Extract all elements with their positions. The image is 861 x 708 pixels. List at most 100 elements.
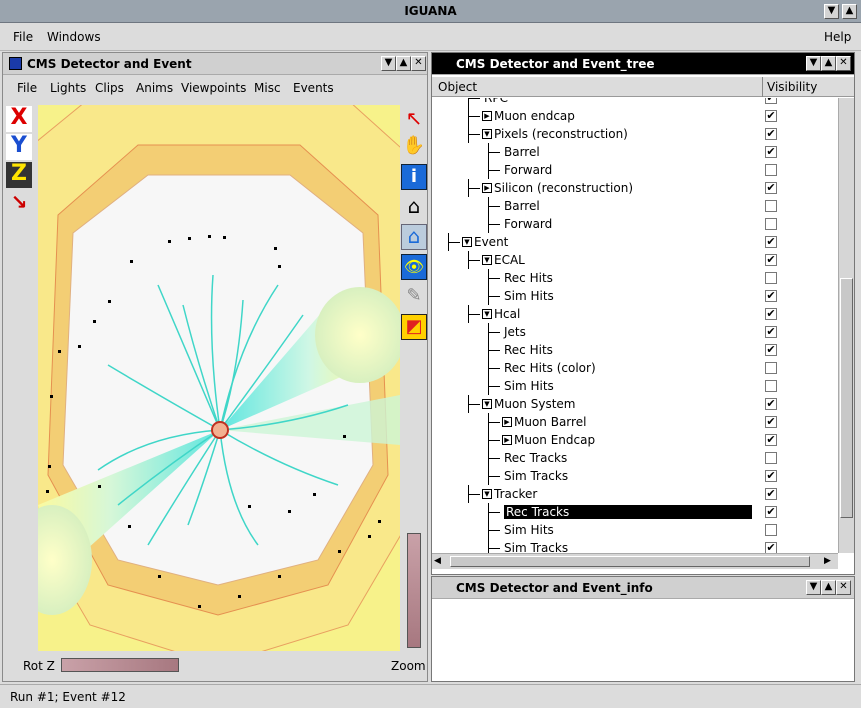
- tree-row[interactable]: Rec Tracks ✔: [432, 503, 838, 521]
- visibility-checkbox[interactable]: ✔: [765, 344, 777, 356]
- visibility-checkbox[interactable]: [765, 452, 777, 464]
- tree-vertical-scroll-thumb[interactable]: [840, 278, 853, 518]
- visibility-checkbox[interactable]: ✔: [765, 398, 777, 410]
- visibility-checkbox[interactable]: ✔: [765, 236, 777, 248]
- expand-icon[interactable]: ▶: [482, 183, 492, 193]
- tree-row[interactable]: Sim Tracks ✔: [432, 539, 838, 553]
- tree-horizontal-scrollbar[interactable]: ◀ ▶: [432, 553, 838, 569]
- tree-row[interactable]: Sim Hits: [432, 521, 838, 539]
- tree-row[interactable]: Rec Tracks: [432, 449, 838, 467]
- minimize-button[interactable]: ▼: [824, 4, 839, 19]
- set-home-icon[interactable]: ⌂: [401, 224, 427, 250]
- tree-item-label[interactable]: Forward: [504, 163, 552, 177]
- viewer-menu-lights[interactable]: Lights: [50, 81, 86, 95]
- tree-row[interactable]: Barrel ✔: [432, 143, 838, 161]
- tree-item-label[interactable]: Muon Barrel: [514, 415, 586, 429]
- tree-item-label[interactable]: Sim Tracks: [504, 469, 568, 483]
- tree-item-label[interactable]: Sim Hits: [504, 379, 554, 393]
- visibility-checkbox[interactable]: [765, 164, 777, 176]
- y-axis-icon[interactable]: Y: [6, 134, 32, 160]
- visibility-checkbox[interactable]: ✔: [765, 416, 777, 428]
- viewer-up-button[interactable]: ▲: [396, 56, 411, 71]
- tree-item-label[interactable]: Rec Tracks: [504, 451, 567, 465]
- light-icon[interactable]: ✎: [401, 284, 427, 310]
- tree-item-label[interactable]: Barrel: [504, 199, 540, 213]
- z-axis-icon[interactable]: Z: [6, 162, 32, 188]
- menu-help[interactable]: Help: [824, 30, 851, 44]
- tree-item-label[interactable]: Rec Hits: [504, 271, 553, 285]
- visibility-checkbox[interactable]: [765, 362, 777, 374]
- tree-row[interactable]: Jets ✔: [432, 323, 838, 341]
- tree-item-label[interactable]: Sim Hits: [504, 523, 554, 537]
- tree-row[interactable]: Rec Hits: [432, 269, 838, 287]
- viewer-close-button[interactable]: ✕: [411, 56, 426, 71]
- visibility-checkbox[interactable]: ✔: [765, 308, 777, 320]
- visibility-checkbox[interactable]: ✔: [765, 98, 777, 104]
- viewer-menu-events[interactable]: Events: [293, 81, 334, 95]
- home-icon[interactable]: ⌂: [401, 194, 427, 220]
- tree-item-label[interactable]: Rec Tracks: [504, 505, 752, 519]
- tree-item-label[interactable]: Muon Endcap: [514, 433, 595, 447]
- tree-row[interactable]: Rec Hits (color): [432, 359, 838, 377]
- tree-item-label[interactable]: ECAL: [494, 253, 525, 267]
- collapse-icon[interactable]: ▼: [482, 309, 492, 319]
- tree-down-button[interactable]: ▼: [806, 56, 821, 71]
- rot-z-wheel[interactable]: [61, 658, 179, 672]
- tree-item-label[interactable]: RPC: [484, 98, 508, 105]
- tree-item-label[interactable]: Jets: [504, 325, 526, 339]
- arrow-axis-icon[interactable]: ↘: [6, 190, 32, 216]
- visibility-checkbox[interactable]: ✔: [765, 110, 777, 122]
- expand-icon[interactable]: ▶: [502, 435, 512, 445]
- collapse-icon[interactable]: ▼: [482, 399, 492, 409]
- visibility-checkbox[interactable]: ✔: [765, 470, 777, 482]
- tree-item-label[interactable]: Rec Hits (color): [504, 361, 596, 375]
- tree-item-label[interactable]: Silicon (reconstruction): [494, 181, 633, 195]
- visibility-checkbox[interactable]: ✔: [765, 146, 777, 158]
- tree-item-label[interactable]: Muon System: [494, 397, 575, 411]
- tree-row[interactable]: ▼ Muon System ✔: [432, 395, 838, 413]
- tree-row[interactable]: ▶ Silicon (reconstruction) ✔: [432, 179, 838, 197]
- tree-row[interactable]: Forward: [432, 161, 838, 179]
- expand-icon[interactable]: ▶: [502, 417, 512, 427]
- tree-item-label[interactable]: Rec Hits: [504, 343, 553, 357]
- collapse-icon[interactable]: ▼: [482, 255, 492, 265]
- tree-row[interactable]: Rec Hits ✔: [432, 341, 838, 359]
- visibility-checkbox[interactable]: [765, 380, 777, 392]
- tree-row[interactable]: ▼ Tracker ✔: [432, 485, 838, 503]
- tree-row[interactable]: ▼ ECAL ✔: [432, 251, 838, 269]
- visibility-checkbox[interactable]: ✔: [765, 254, 777, 266]
- visibility-checkbox[interactable]: ✔: [765, 326, 777, 338]
- tree-item-label[interactable]: Pixels (reconstruction): [494, 127, 628, 141]
- tree-vertical-scrollbar[interactable]: [838, 98, 854, 553]
- viewer-menu-clips[interactable]: Clips: [95, 81, 124, 95]
- tree-item-label[interactable]: Hcal: [494, 307, 520, 321]
- tree-row[interactable]: Barrel: [432, 197, 838, 215]
- tree-horizontal-scroll-thumb[interactable]: [450, 556, 810, 567]
- tree-row[interactable]: Forward: [432, 215, 838, 233]
- tree-row[interactable]: ▶ Muon endcap ✔: [432, 107, 838, 125]
- info-up-button[interactable]: ▲: [821, 580, 836, 595]
- menu-windows[interactable]: Windows: [47, 30, 101, 44]
- tree-item-label[interactable]: Barrel: [504, 145, 540, 159]
- eye-icon[interactable]: 👁: [401, 254, 427, 280]
- column-object[interactable]: Object: [438, 80, 477, 94]
- menu-file[interactable]: File: [13, 30, 33, 44]
- color-icon[interactable]: ◩: [401, 314, 427, 340]
- select-arrow-icon[interactable]: ↖: [401, 106, 427, 132]
- expand-icon[interactable]: ▶: [482, 111, 492, 121]
- visibility-checkbox[interactable]: [765, 218, 777, 230]
- tree-row[interactable]: ▼ Pixels (reconstruction) ✔: [432, 125, 838, 143]
- visibility-checkbox[interactable]: ✔: [765, 182, 777, 194]
- tree-close-button[interactable]: ✕: [836, 56, 851, 71]
- visibility-checkbox[interactable]: [765, 200, 777, 212]
- info-close-button[interactable]: ✕: [836, 580, 851, 595]
- tree-row[interactable]: Sim Tracks ✔: [432, 467, 838, 485]
- tree-row[interactable]: RPC ✔: [432, 98, 838, 107]
- viewer-down-button[interactable]: ▼: [381, 56, 396, 71]
- scroll-right-icon[interactable]: ▶: [824, 556, 831, 566]
- info-icon[interactable]: i: [401, 164, 427, 190]
- tree-up-button[interactable]: ▲: [821, 56, 836, 71]
- column-visibility[interactable]: Visibility: [767, 80, 817, 94]
- collapse-icon[interactable]: ▼: [482, 129, 492, 139]
- tree-item-label[interactable]: Forward: [504, 217, 552, 231]
